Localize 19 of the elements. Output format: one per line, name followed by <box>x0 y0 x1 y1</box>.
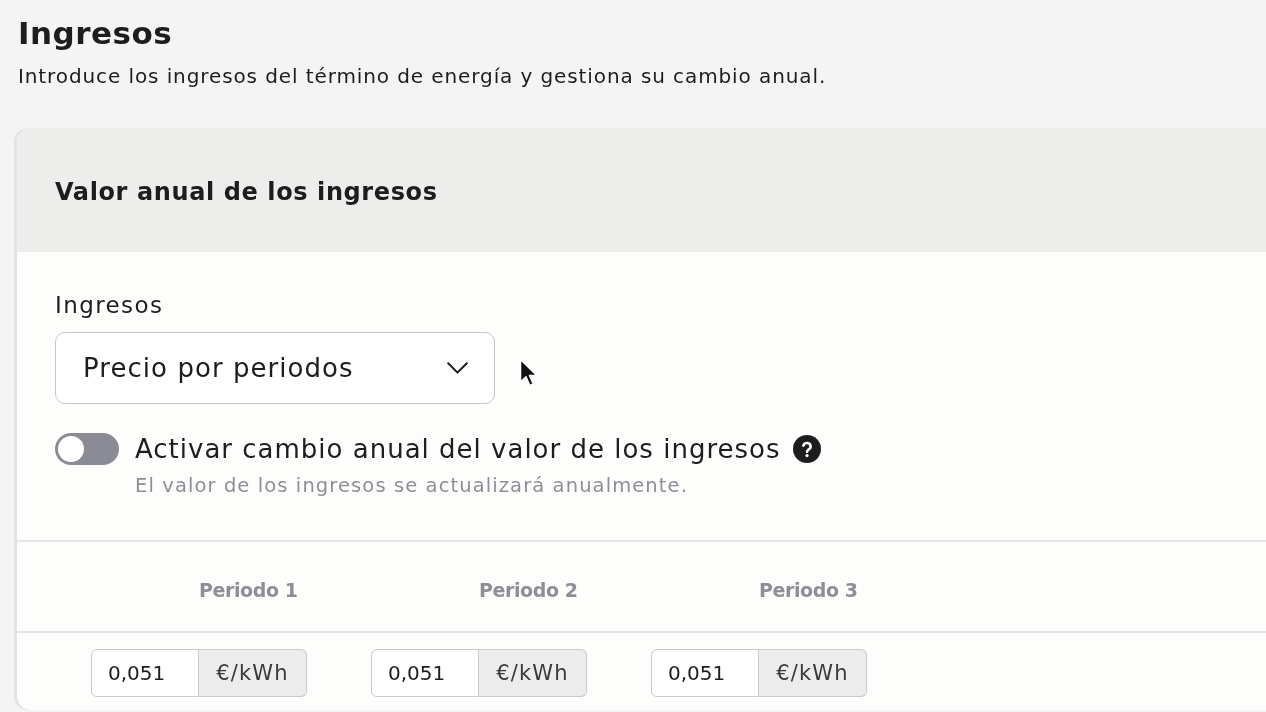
unit-label: €/kWh <box>759 649 867 697</box>
help-icon[interactable] <box>792 435 821 463</box>
input-field[interactable]: 0,051 <box>371 649 479 697</box>
card-title: Valor anual de los ingresos <box>55 177 438 206</box>
input-field[interactable]: 0,051 <box>91 649 199 697</box>
column-header: Periodo 3 <box>759 578 858 601</box>
unit-label: €/kWh <box>479 649 587 697</box>
toggle-label: Activar cambio anual del valor de los ingresos <box>135 433 781 465</box>
toggle-hint: El valor de los ingresos se actualizará anualmente. <box>135 474 688 498</box>
dropdown[interactable]: Precio por periodos <box>55 332 495 404</box>
column-header: Periodo 2 <box>479 578 578 601</box>
field-label: Ingresos <box>55 292 164 318</box>
toggle-switch[interactable] <box>55 433 119 465</box>
page-subtitle: Introduce los ingresos del término de energía y gestiona su cambio anual. <box>18 63 827 89</box>
unit-label: €/kWh <box>199 649 307 697</box>
input-field[interactable]: 0,051 <box>651 649 759 697</box>
page-title: Ingresos <box>18 14 173 53</box>
column-header: Periodo 1 <box>199 578 298 601</box>
chevron-down-icon <box>447 362 468 374</box>
